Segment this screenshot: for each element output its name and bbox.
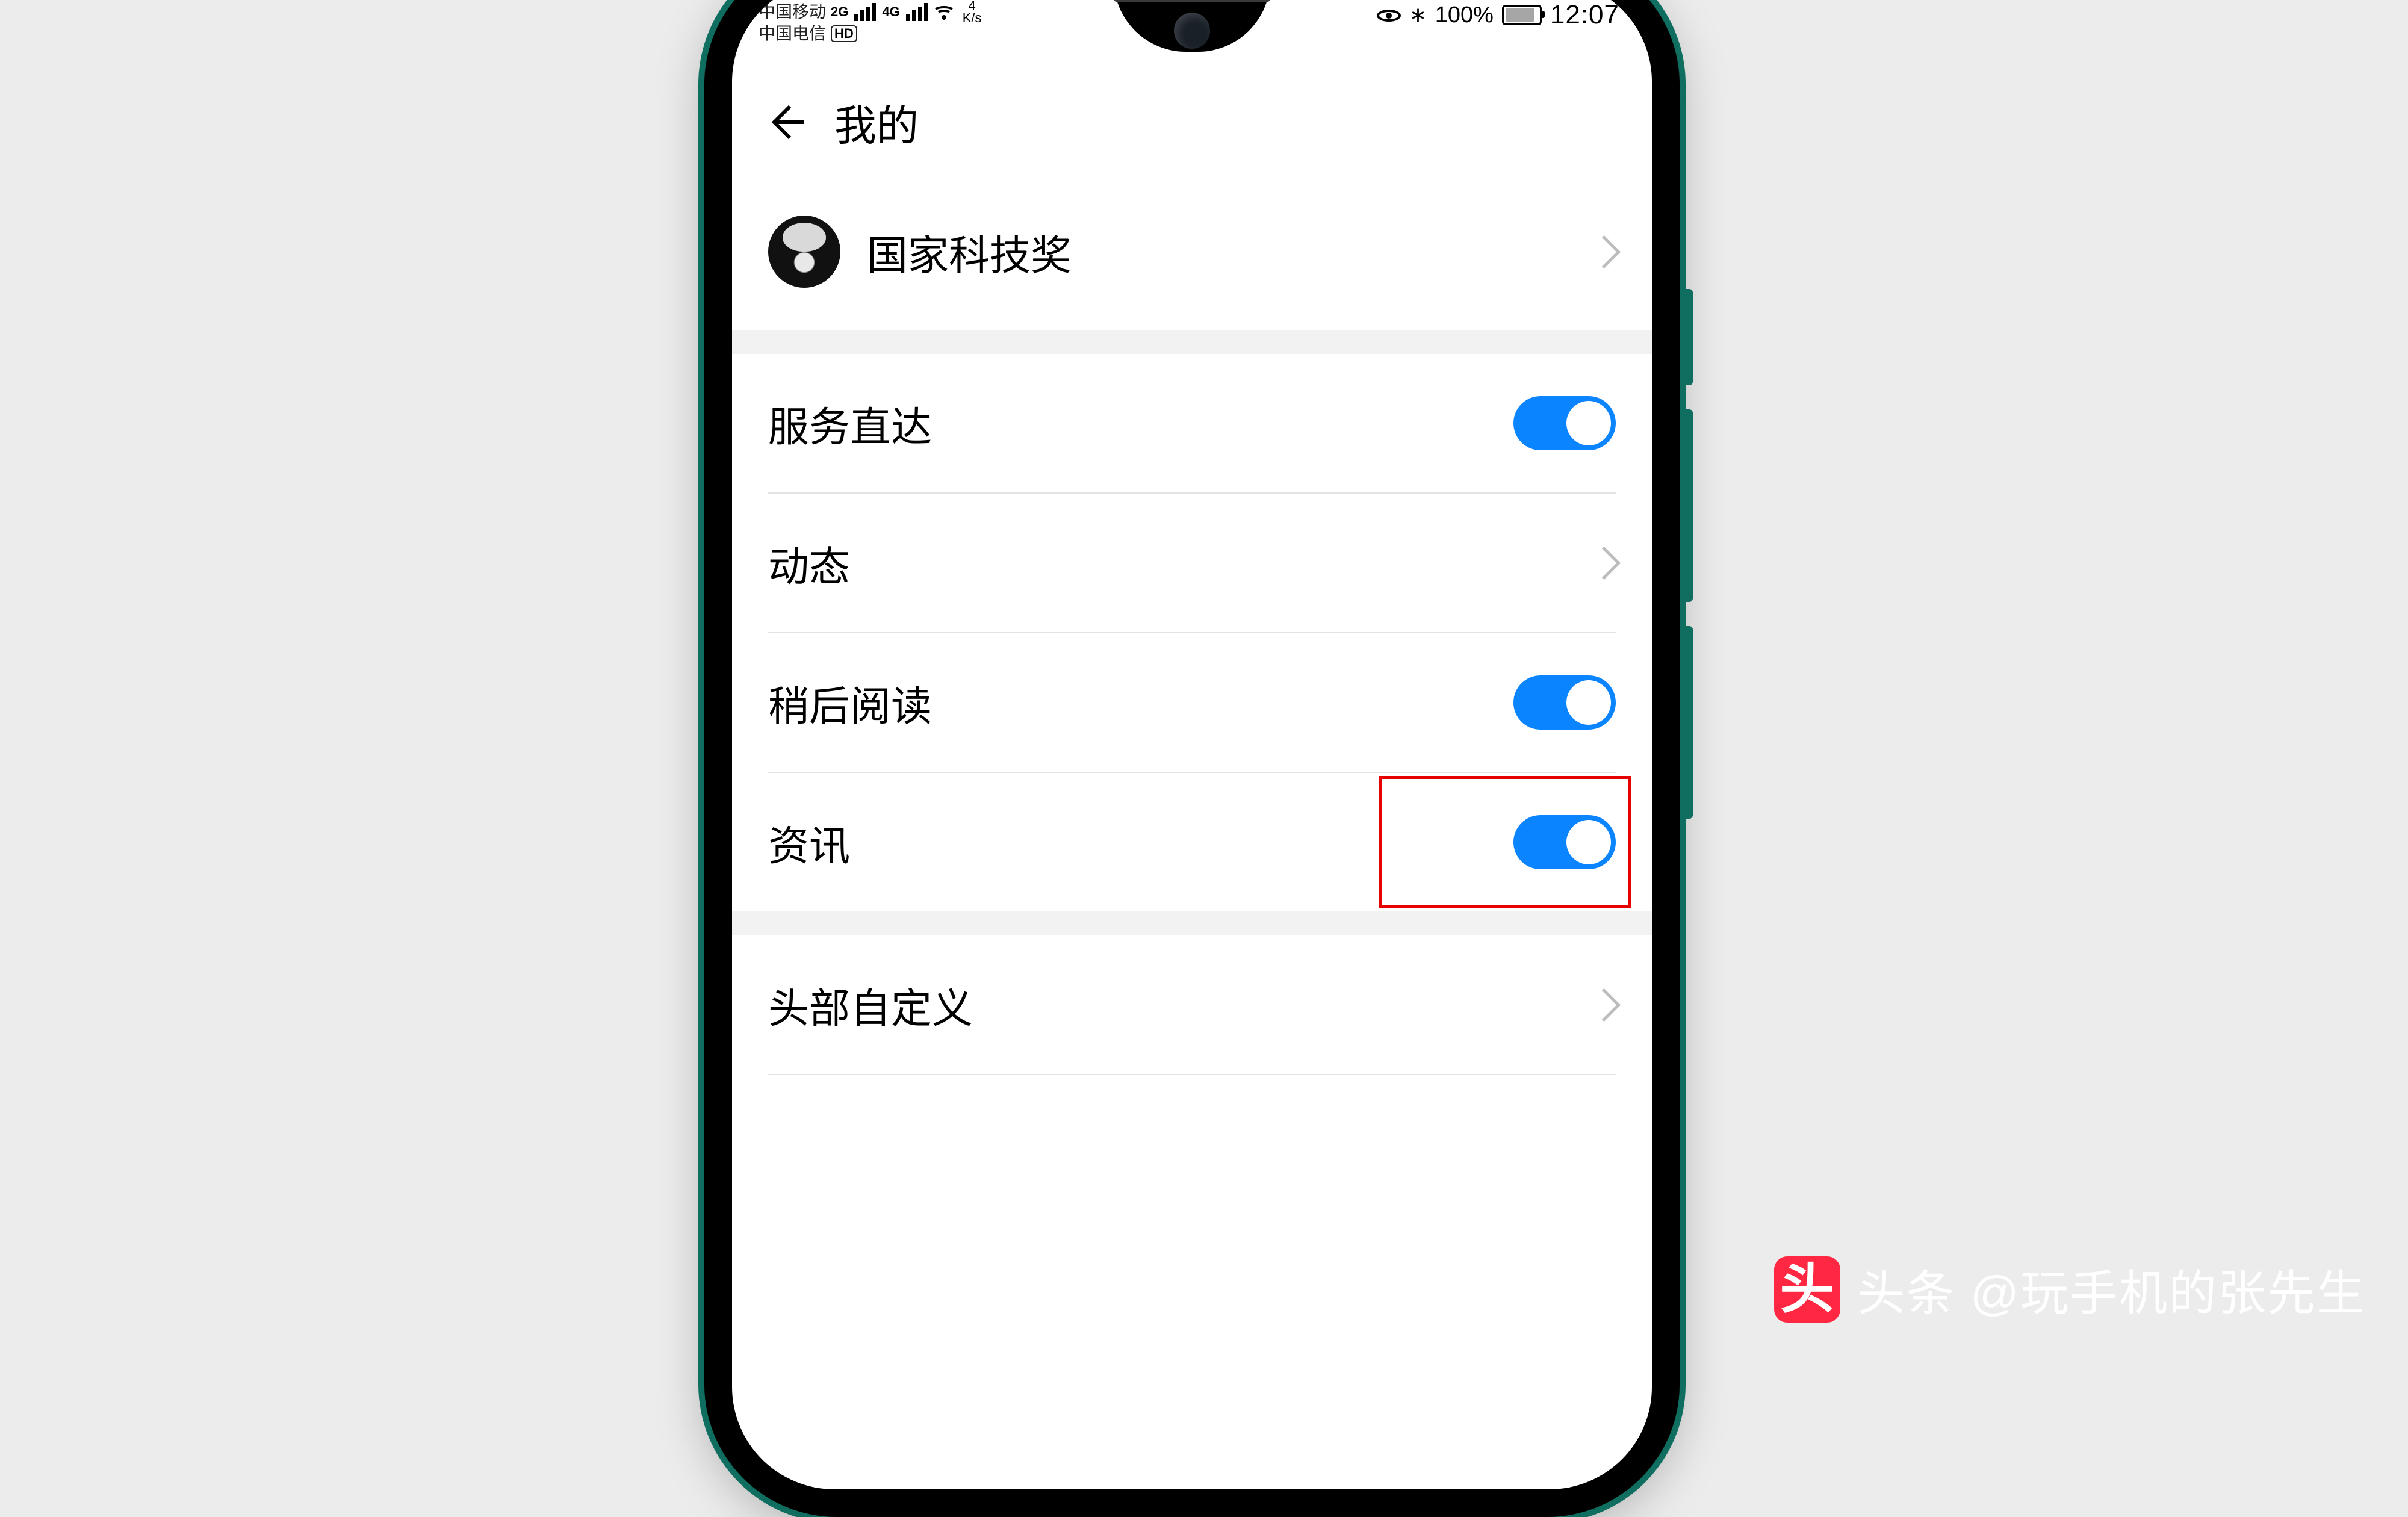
- bluetooth-icon: ∗: [1409, 5, 1427, 25]
- volume-up-button: [1681, 409, 1693, 602]
- setting-label: 动态: [768, 533, 1592, 593]
- earpiece: [1114, 0, 1270, 2]
- setting-news[interactable]: 资讯: [732, 773, 1652, 911]
- setting-header-customize[interactable]: 头部自定义: [732, 935, 1652, 1074]
- power-button: [1681, 289, 1693, 385]
- divider: [768, 1074, 1616, 1075]
- net-speed: 4 K/s: [963, 0, 982, 24]
- clock: 12:07: [1550, 0, 1619, 30]
- profile-row[interactable]: 国家科技奖: [732, 173, 1652, 330]
- toggle-service-direct[interactable]: [1513, 396, 1616, 450]
- page-title: 我的: [834, 92, 919, 153]
- back-button[interactable]: [768, 104, 804, 140]
- signal-bars-2: [906, 3, 928, 21]
- profile-name: 国家科技奖: [867, 222, 1592, 282]
- watermark: 头 头条 @玩手机的张先生: [1774, 1255, 2366, 1324]
- chevron-right-icon: [1587, 546, 1621, 579]
- setting-service-direct[interactable]: 服务直达: [732, 354, 1652, 492]
- section-gap: [732, 911, 1652, 935]
- avatar: [768, 216, 840, 288]
- setting-label: 服务直达: [768, 394, 1513, 453]
- network-type-2: 4G: [882, 5, 899, 19]
- setting-label: 稍后阅读: [768, 673, 1513, 733]
- carrier-2: 中国电信: [759, 25, 826, 42]
- toggle-news[interactable]: [1513, 815, 1616, 869]
- eye-comfort-icon: [1377, 6, 1401, 24]
- chevron-right-icon: [1587, 988, 1621, 1021]
- volume-down-button: [1681, 626, 1693, 819]
- carrier-1: 中国移动: [759, 4, 826, 20]
- network-type-1: 2G: [831, 5, 848, 19]
- watermark-prefix: 头条: [1857, 1267, 1956, 1320]
- phone-frame: 中国移动 2G 4G 4 K/s 中国电信 HD: [704, 0, 1680, 1517]
- watermark-text: 头条 @玩手机的张先生: [1857, 1255, 2366, 1324]
- hd-badge: HD: [831, 25, 857, 42]
- app-header: 我的: [732, 71, 1652, 173]
- signal-bars-1: [854, 3, 876, 21]
- net-speed-unit: K/s: [963, 12, 982, 24]
- setting-moments[interactable]: 动态: [732, 494, 1652, 632]
- chevron-right-icon: [1587, 235, 1621, 268]
- battery-icon: [1502, 5, 1542, 25]
- wifi-icon: [934, 3, 954, 21]
- watermark-author: @玩手机的张先生: [1970, 1267, 2366, 1320]
- setting-label: 资讯: [768, 813, 1513, 872]
- battery-percent: 100%: [1435, 2, 1494, 28]
- setting-read-later[interactable]: 稍后阅读: [732, 633, 1652, 772]
- screen: 中国移动 2G 4G 4 K/s 中国电信 HD: [732, 0, 1652, 1489]
- watermark-logo: 头: [1774, 1256, 1840, 1323]
- section-gap: [732, 330, 1652, 354]
- setting-label: 头部自定义: [768, 975, 1592, 1035]
- toggle-read-later[interactable]: [1513, 675, 1616, 730]
